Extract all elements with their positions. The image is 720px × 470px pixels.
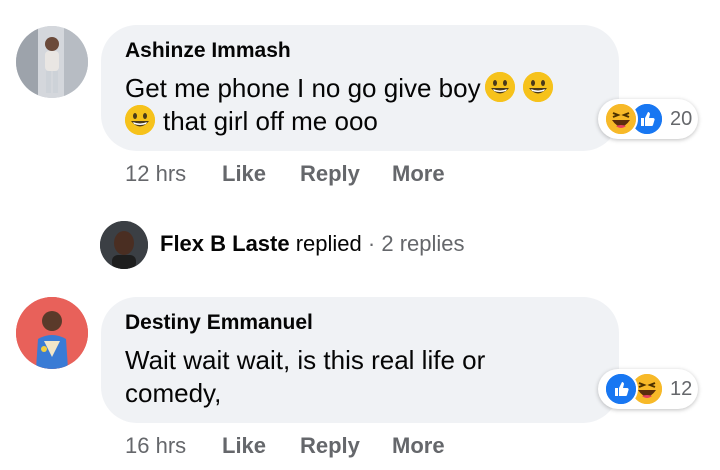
grinning-face-emoji-icon: [522, 72, 553, 102]
comment-text-line: that girl off me ooo: [163, 106, 378, 136]
person-photo-icon: [16, 297, 88, 369]
person-photo-icon: [100, 221, 148, 269]
comment-author[interactable]: Ashinze Immash: [125, 39, 291, 63]
reply-avatar[interactable]: [100, 221, 148, 269]
separator-dot: ·: [367, 231, 376, 256]
haha-icon: [604, 102, 638, 136]
reply-summary[interactable]: Flex B Laste replied · 2 replies: [160, 231, 465, 257]
reaction-summary[interactable]: 20: [598, 99, 699, 139]
reply-count[interactable]: 2 replies: [381, 231, 464, 256]
grinning-face-emoji-icon: [484, 72, 515, 102]
comment-timestamp[interactable]: 12 hrs: [125, 161, 186, 187]
reply-button[interactable]: Reply: [300, 433, 360, 459]
more-button[interactable]: More: [392, 161, 445, 187]
like-icon: [604, 372, 638, 406]
comment-timestamp[interactable]: 16 hrs: [125, 433, 186, 459]
like-button[interactable]: Like: [222, 433, 266, 459]
commenter-avatar[interactable]: [16, 297, 88, 369]
reaction-count: 12: [670, 377, 693, 400]
reply-author[interactable]: Flex B Laste: [160, 231, 290, 256]
reply-action: replied: [295, 231, 362, 256]
comment-text: Wait wait wait, is this real life or com…: [125, 344, 605, 410]
grinning-face-emoji-icon: [125, 105, 155, 135]
comment-text-line: Wait wait wait, is this real life or: [125, 345, 486, 375]
comment-author[interactable]: Destiny Emmanuel: [125, 311, 313, 335]
reaction-summary[interactable]: 12: [598, 369, 699, 409]
like-button[interactable]: Like: [222, 161, 266, 187]
comment-text: Get me phone I no go give boy that girl …: [125, 72, 605, 138]
more-button[interactable]: More: [392, 433, 445, 459]
reaction-count: 20: [670, 107, 693, 130]
person-photo-icon: [16, 26, 88, 98]
comment-text-line: Get me phone I no go give boy: [125, 73, 481, 103]
commenter-avatar[interactable]: [16, 26, 88, 98]
comment-text-line: comedy,: [125, 378, 222, 408]
reply-button[interactable]: Reply: [300, 161, 360, 187]
